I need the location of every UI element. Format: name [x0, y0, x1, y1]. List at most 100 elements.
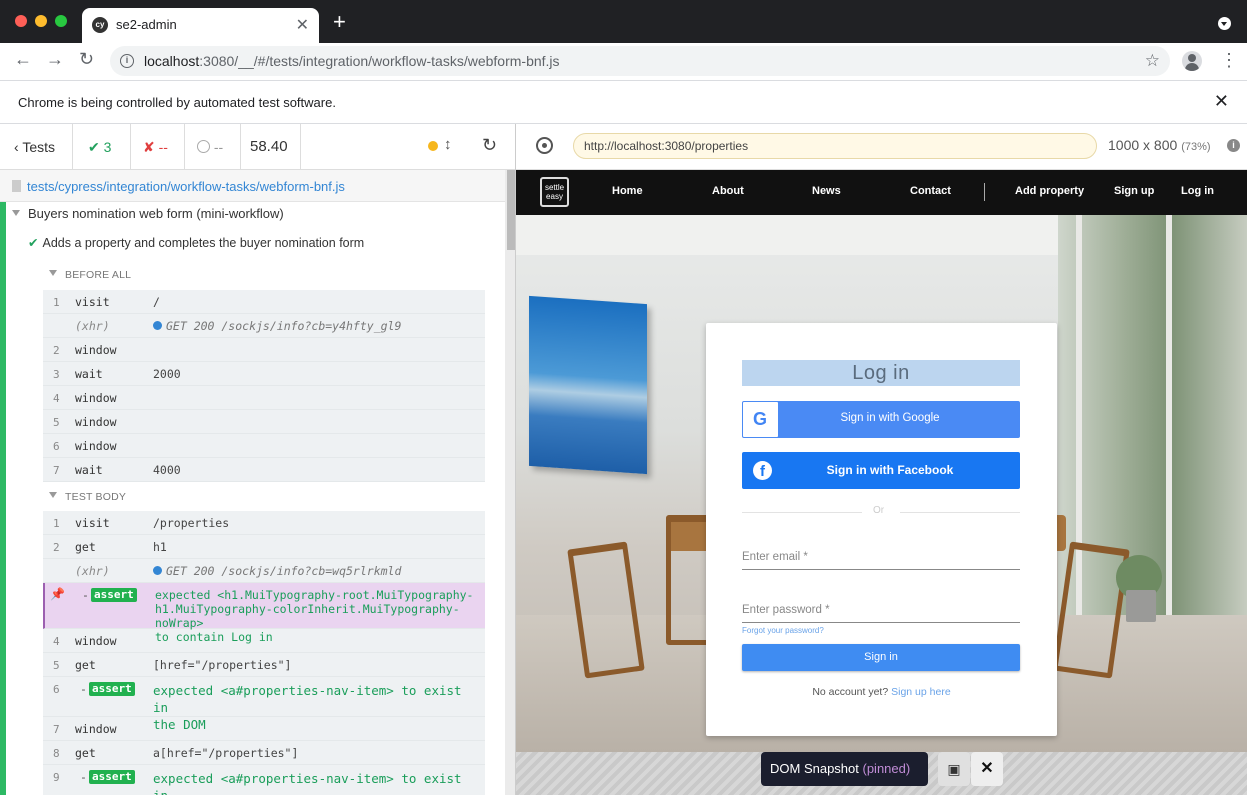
command-row[interactable]: 6 window	[43, 434, 485, 458]
cmd-name: wait	[75, 463, 103, 477]
login-card: Log in G Sign in with Google f Sign in w…	[706, 323, 1057, 736]
command-row[interactable]: (xhr) GET 200 /sockjs/info?cb=y4hfty_gl9	[43, 314, 485, 338]
settle-easy-logo[interactable]: settle easy	[540, 177, 569, 207]
infobar-close-icon[interactable]: ✕	[1214, 91, 1229, 112]
nav-contact[interactable]: Contact	[910, 185, 951, 197]
bookmark-star-icon[interactable]: ☆	[1145, 51, 1160, 71]
suite-title[interactable]: Buyers nomination web form (mini-workflo…	[12, 206, 284, 221]
new-tab-button[interactable]: +	[333, 11, 346, 33]
signin-button[interactable]: Sign in	[742, 644, 1020, 671]
reload-icon[interactable]: ↻	[79, 49, 94, 70]
email-field[interactable]: Enter email *	[742, 548, 1020, 570]
forward-arrow-icon[interactable]: →	[46, 49, 64, 70]
viewport-size-value: 1000 x 800	[1108, 137, 1178, 153]
pin-icon: 📌	[50, 587, 65, 601]
command-row[interactable]: 7 wait 4000	[43, 458, 485, 482]
command-row-pinned[interactable]: 📌 - assert expected <h1.MuiTypography-root.…	[43, 583, 485, 644]
app-under-test-panel: http://localhost:3080/properties 1000 x …	[516, 124, 1247, 795]
nav-sign-up[interactable]: Sign up	[1114, 185, 1154, 197]
command-row[interactable]: 4 window	[43, 386, 485, 410]
browser-tab[interactable]: cy se2-admin ✕	[82, 8, 319, 43]
highlight-toggle-icon[interactable]: ▣	[938, 752, 970, 786]
cmd-name: window	[75, 722, 117, 736]
aut-url-field[interactable]: http://localhost:3080/properties	[573, 133, 1097, 159]
aut-header: http://localhost:3080/properties 1000 x …	[516, 124, 1247, 170]
command-row[interactable]: 7 window	[43, 717, 485, 741]
cmd-msg-text: GET 200 /sockjs/info?cb=wq5rlrkmld	[166, 564, 402, 578]
cmd-num: 9	[53, 771, 60, 784]
signup-link[interactable]: Sign up here	[891, 686, 951, 698]
assert-message: expected <a#properties-nav-item> to exis…	[153, 771, 462, 795]
command-row[interactable]: 9 - assert expected <a#properties-nav-item>…	[43, 765, 485, 795]
selector-playground-icon[interactable]	[536, 137, 553, 154]
address-bar[interactable]: i localhost:3080/__/#/tests/integration/…	[110, 46, 1170, 76]
address-url[interactable]: localhost:3080/__/#/tests/integration/wo…	[144, 53, 560, 69]
browser-menu-icon[interactable]: ⋮	[1220, 50, 1238, 71]
duration: 58.40	[241, 124, 301, 170]
auto-scroll-toggle-icon[interactable]: ↕	[444, 136, 452, 153]
hook-before-all[interactable]: BEFORE ALL	[49, 269, 131, 281]
command-row[interactable]: 2 get h1	[43, 535, 485, 559]
command-row[interactable]: 3 wait 2000	[43, 362, 485, 386]
back-arrow-icon[interactable]: ←	[14, 49, 32, 70]
nav-news[interactable]: News	[812, 185, 841, 197]
nav-about[interactable]: About	[712, 185, 744, 197]
command-row[interactable]: 5 window	[43, 410, 485, 434]
cmd-num: 8	[53, 747, 60, 760]
nav-home[interactable]: Home	[612, 185, 643, 197]
hook-test-body[interactable]: TEST BODY	[49, 491, 126, 503]
command-row[interactable]: 1 visit/properties	[43, 511, 485, 535]
no-account-label: No account yet?	[812, 686, 889, 698]
cmd-num: 1	[53, 296, 60, 309]
facebook-signin-button[interactable]: f Sign in with Facebook	[742, 452, 1020, 489]
failed-value: --	[158, 139, 168, 155]
command-row[interactable]: 5 get [href="/properties"]	[43, 653, 485, 677]
cmd-msg: a[href="/properties"]	[153, 746, 299, 760]
viewport-info-icon[interactable]: i	[1227, 139, 1240, 152]
minimize-window-button[interactable]	[35, 15, 47, 27]
browser-titlebar: cy se2-admin ✕ +	[0, 0, 1247, 43]
automation-infobar: Chrome is being controlled by automated …	[0, 80, 1247, 124]
pending-count: --	[185, 124, 241, 170]
close-window-button[interactable]	[15, 15, 27, 27]
forgot-password-link[interactable]: Forgot your password?	[742, 626, 824, 635]
nav-add-property[interactable]: Add property	[1015, 185, 1084, 197]
spec-file-link[interactable]: tests/cypress/integration/workflow-tasks…	[27, 179, 345, 194]
reporter-scroll-thumb[interactable]	[507, 170, 515, 250]
nav-divider	[984, 183, 985, 201]
check-icon: ✔	[28, 236, 39, 250]
rerun-icon[interactable]: ↻	[482, 135, 497, 156]
command-row[interactable]: 1 visit /	[43, 290, 485, 314]
cmd-name: window	[75, 634, 117, 648]
cmd-msg: [href="/properties"]	[153, 658, 292, 672]
maximize-window-button[interactable]	[55, 15, 67, 27]
caret-down-icon	[49, 492, 57, 498]
tests-button[interactable]: ‹ Tests	[0, 124, 73, 170]
caret-down-icon	[12, 210, 20, 216]
command-row[interactable]: 6- assert expected <a#properties-nav-item>…	[43, 677, 485, 732]
command-row[interactable]: 4 window	[43, 629, 485, 653]
snapshot-close-icon[interactable]: ✕	[971, 752, 1003, 786]
reporter-scrollbar[interactable]	[505, 170, 515, 795]
cmd-num: 4	[53, 392, 60, 405]
test-title[interactable]: ✔ Adds a property and completes the buyer…	[28, 235, 364, 250]
cmd-name: visit	[75, 295, 110, 309]
command-row[interactable]: 2 window	[43, 338, 485, 362]
divider-line	[900, 512, 1020, 513]
nav-log-in[interactable]: Log in	[1181, 185, 1214, 197]
cmd-msg: GET 200 /sockjs/info?cb=y4hfty_gl9	[153, 319, 401, 333]
site-info-icon[interactable]: i	[120, 54, 134, 68]
snapshot-label-text: DOM Snapshot	[770, 761, 859, 776]
hook-title-text: BEFORE ALL	[65, 269, 132, 281]
cmd-name: window	[75, 343, 117, 357]
command-row[interactable]: 8 get a[href="/properties"]	[43, 741, 485, 765]
profile-avatar-icon[interactable]	[1182, 51, 1202, 71]
tab-search-icon[interactable]	[1218, 17, 1231, 30]
cmd-name: window	[75, 415, 117, 429]
tab-close-icon[interactable]: ✕	[296, 15, 309, 35]
failed-count: ✘ --	[131, 124, 185, 170]
assert-dash: -	[80, 770, 87, 784]
google-signin-button[interactable]: G Sign in with Google	[742, 401, 1020, 438]
password-field[interactable]: Enter password *	[742, 601, 1020, 623]
command-row[interactable]: (xhr) GET 200 /sockjs/info?cb=wq5rlrkmld	[43, 559, 485, 583]
